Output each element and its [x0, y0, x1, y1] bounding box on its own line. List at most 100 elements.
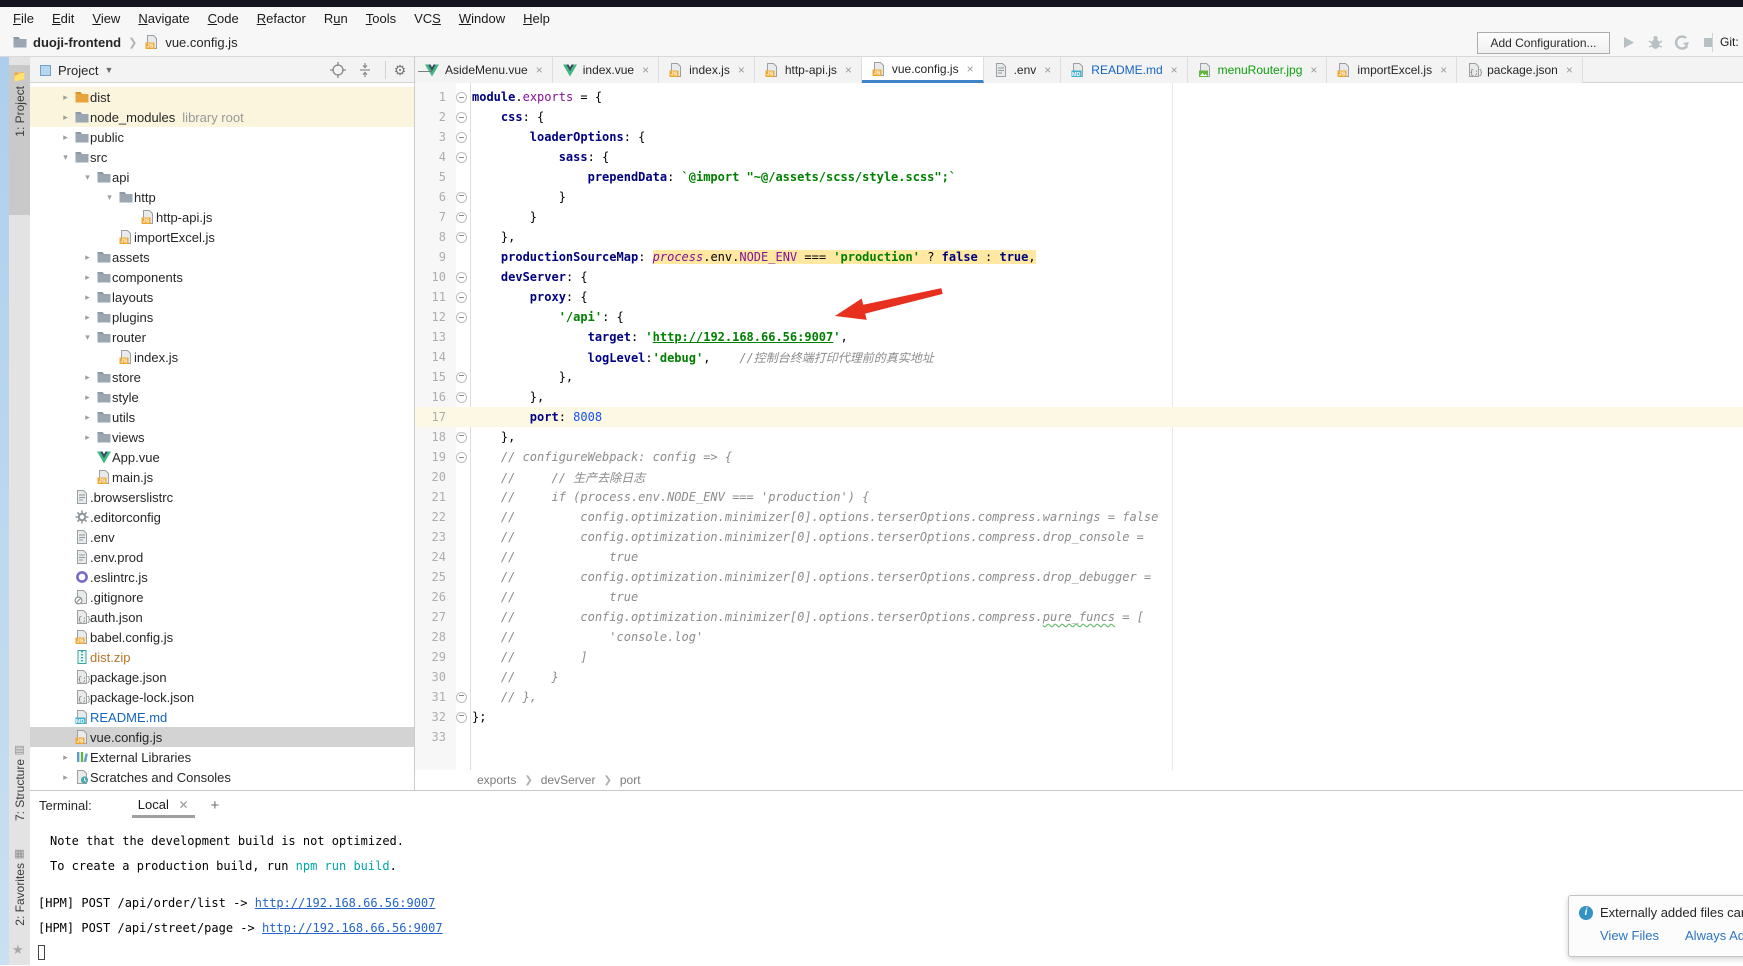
fold-marker-icon[interactable]: [452, 112, 470, 123]
editor-tab-index.js[interactable]: JSindex.js×: [659, 57, 755, 83]
tree-item-views[interactable]: ▸views: [30, 427, 414, 447]
chevron-right-icon[interactable]: ▸: [57, 772, 74, 783]
chevron-right-icon[interactable]: ▸: [57, 92, 74, 103]
chevron-right-icon[interactable]: ▸: [57, 752, 74, 763]
close-icon[interactable]: ×: [1171, 63, 1178, 77]
code-editor[interactable]: 1module.exports = {2 css: {3 loaderOptio…: [415, 83, 1743, 770]
editor-tab-http-api.js[interactable]: JShttp-api.js×: [755, 57, 862, 83]
editor-tab-importExcel.js[interactable]: JSimportExcel.js×: [1327, 57, 1457, 83]
tree-item-package-lock.json[interactable]: {;}package-lock.json: [30, 687, 414, 707]
chevron-right-icon[interactable]: ▸: [79, 312, 96, 323]
tree-item-router[interactable]: ▾router: [30, 327, 414, 347]
chevron-right-icon[interactable]: ▸: [79, 392, 96, 403]
breadcrumb-project[interactable]: duoji-frontend: [33, 35, 121, 50]
chevron-down-icon[interactable]: ▾: [79, 332, 96, 343]
tree-item-store[interactable]: ▸store: [30, 367, 414, 387]
tree-item-auth.json[interactable]: {;}auth.json: [30, 607, 414, 627]
fold-marker-icon[interactable]: [452, 392, 470, 403]
menu-run[interactable]: Run: [315, 9, 357, 28]
close-icon[interactable]: ×: [967, 62, 974, 76]
breadcrumb-file[interactable]: vue.config.js: [165, 35, 237, 50]
tree-item-External Libraries[interactable]: ▸External Libraries: [30, 747, 414, 767]
close-icon[interactable]: ×: [1566, 63, 1573, 77]
fold-marker-icon[interactable]: [452, 312, 470, 323]
terminal-link[interactable]: http://192.168.66.56:9007: [255, 896, 436, 910]
tree-item-style[interactable]: ▸style: [30, 387, 414, 407]
menu-vcs[interactable]: VCS: [405, 9, 450, 28]
tree-item-importExcel.js[interactable]: JSimportExcel.js: [30, 227, 414, 247]
tree-item-main.js[interactable]: JSmain.js: [30, 467, 414, 487]
chevron-right-icon[interactable]: ▸: [57, 132, 74, 143]
tree-item-README.md[interactable]: MDREADME.md: [30, 707, 414, 727]
editor-breadcrumb-devServer[interactable]: devServer: [541, 773, 596, 787]
tree-item-.env[interactable]: .env: [30, 527, 414, 547]
menu-navigate[interactable]: Navigate: [129, 9, 198, 28]
tree-item-.editorconfig[interactable]: .editorconfig: [30, 507, 414, 527]
menu-code[interactable]: Code: [199, 9, 248, 28]
chevron-right-icon[interactable]: ▸: [57, 112, 74, 123]
tree-item-dist[interactable]: ▸dist: [30, 87, 414, 107]
star-icon[interactable]: ★: [12, 942, 24, 958]
fold-marker-icon[interactable]: [452, 292, 470, 303]
stripe-tab-project[interactable]: 📁 1: Project: [9, 65, 30, 215]
tree-item-node_modules[interactable]: ▸node_moduleslibrary root: [30, 107, 414, 127]
terminal-panel[interactable]: Terminal: Local ✕ + Note that the develo…: [30, 790, 1743, 965]
close-icon[interactable]: ×: [1440, 63, 1447, 77]
tree-item-.env.prod[interactable]: .env.prod: [30, 547, 414, 567]
close-icon[interactable]: ×: [738, 63, 745, 77]
menu-refactor[interactable]: Refactor: [248, 9, 315, 28]
fold-marker-icon[interactable]: [452, 272, 470, 283]
git-branch-label[interactable]: Git:: [1720, 35, 1739, 49]
editor-tab-AsideMenu.vue[interactable]: AsideMenu.vue×: [415, 57, 553, 83]
tree-item-package.json[interactable]: {;}package.json: [30, 667, 414, 687]
tree-item-index.js[interactable]: JSindex.js: [30, 347, 414, 367]
chevron-right-icon[interactable]: ▸: [79, 372, 96, 383]
fold-marker-icon[interactable]: [452, 232, 470, 243]
menu-tools[interactable]: Tools: [357, 9, 405, 28]
locate-file-icon[interactable]: [330, 62, 346, 78]
project-panel-title[interactable]: Project: [58, 63, 98, 78]
editor-tab-vue.config.js[interactable]: JSvue.config.js×: [862, 57, 984, 83]
project-tree[interactable]: ▸dist▸node_moduleslibrary root▸public▾sr…: [30, 83, 415, 790]
stop-icon[interactable]: [1700, 34, 1717, 51]
tree-item-utils[interactable]: ▸utils: [30, 407, 414, 427]
fold-marker-icon[interactable]: [452, 712, 470, 723]
close-icon[interactable]: ×: [845, 63, 852, 77]
close-icon[interactable]: ✕: [178, 798, 188, 812]
fold-marker-icon[interactable]: [452, 212, 470, 223]
editor-breadcrumb-port[interactable]: port: [620, 773, 641, 787]
tree-item-api[interactable]: ▾api: [30, 167, 414, 187]
fold-marker-icon[interactable]: [452, 372, 470, 383]
tree-item-assets[interactable]: ▸assets: [30, 247, 414, 267]
close-icon[interactable]: ×: [1310, 63, 1317, 77]
stripe-tab-favorites[interactable]: ▦ 2: Favorites: [9, 847, 30, 926]
tree-item-babel.config.js[interactable]: JSbabel.config.js: [30, 627, 414, 647]
editor-tab-.env[interactable]: .env×: [984, 57, 1062, 83]
chevron-down-icon[interactable]: ▾: [79, 172, 96, 183]
fold-marker-icon[interactable]: [452, 192, 470, 203]
gear-icon[interactable]: ⚙: [392, 62, 408, 78]
new-terminal-icon[interactable]: +: [211, 797, 220, 814]
menu-window[interactable]: Window: [450, 9, 514, 28]
chevron-right-icon[interactable]: ▸: [79, 432, 96, 443]
tree-item-http[interactable]: ▾http: [30, 187, 414, 207]
close-icon[interactable]: ×: [642, 63, 649, 77]
tree-item-.eslintrc.js[interactable]: .eslintrc.js: [30, 567, 414, 587]
always-add-link[interactable]: Always Add: [1685, 928, 1743, 943]
tree-item-components[interactable]: ▸components: [30, 267, 414, 287]
editor-tab-package.json[interactable]: {;}package.json×: [1457, 57, 1583, 83]
fold-marker-icon[interactable]: [452, 92, 470, 103]
menu-help[interactable]: Help: [514, 9, 559, 28]
view-files-link[interactable]: View Files: [1600, 928, 1659, 943]
menu-file[interactable]: File: [4, 9, 43, 28]
close-icon[interactable]: ×: [536, 63, 543, 77]
tree-item-plugins[interactable]: ▸plugins: [30, 307, 414, 327]
editor-tab-README.md[interactable]: MDREADME.md×: [1061, 57, 1187, 83]
notification-toast[interactable]: i Externally added files can View Files …: [1568, 895, 1743, 957]
tree-item-dist.zip[interactable]: dist.zip: [30, 647, 414, 667]
hide-panel-icon[interactable]: —: [417, 62, 433, 78]
chevron-down-icon[interactable]: ▾: [57, 152, 74, 163]
run-icon[interactable]: [1620, 34, 1637, 51]
tree-item-.browserslistrc[interactable]: .browserslistrc: [30, 487, 414, 507]
chevron-down-icon[interactable]: ▾: [101, 192, 118, 203]
